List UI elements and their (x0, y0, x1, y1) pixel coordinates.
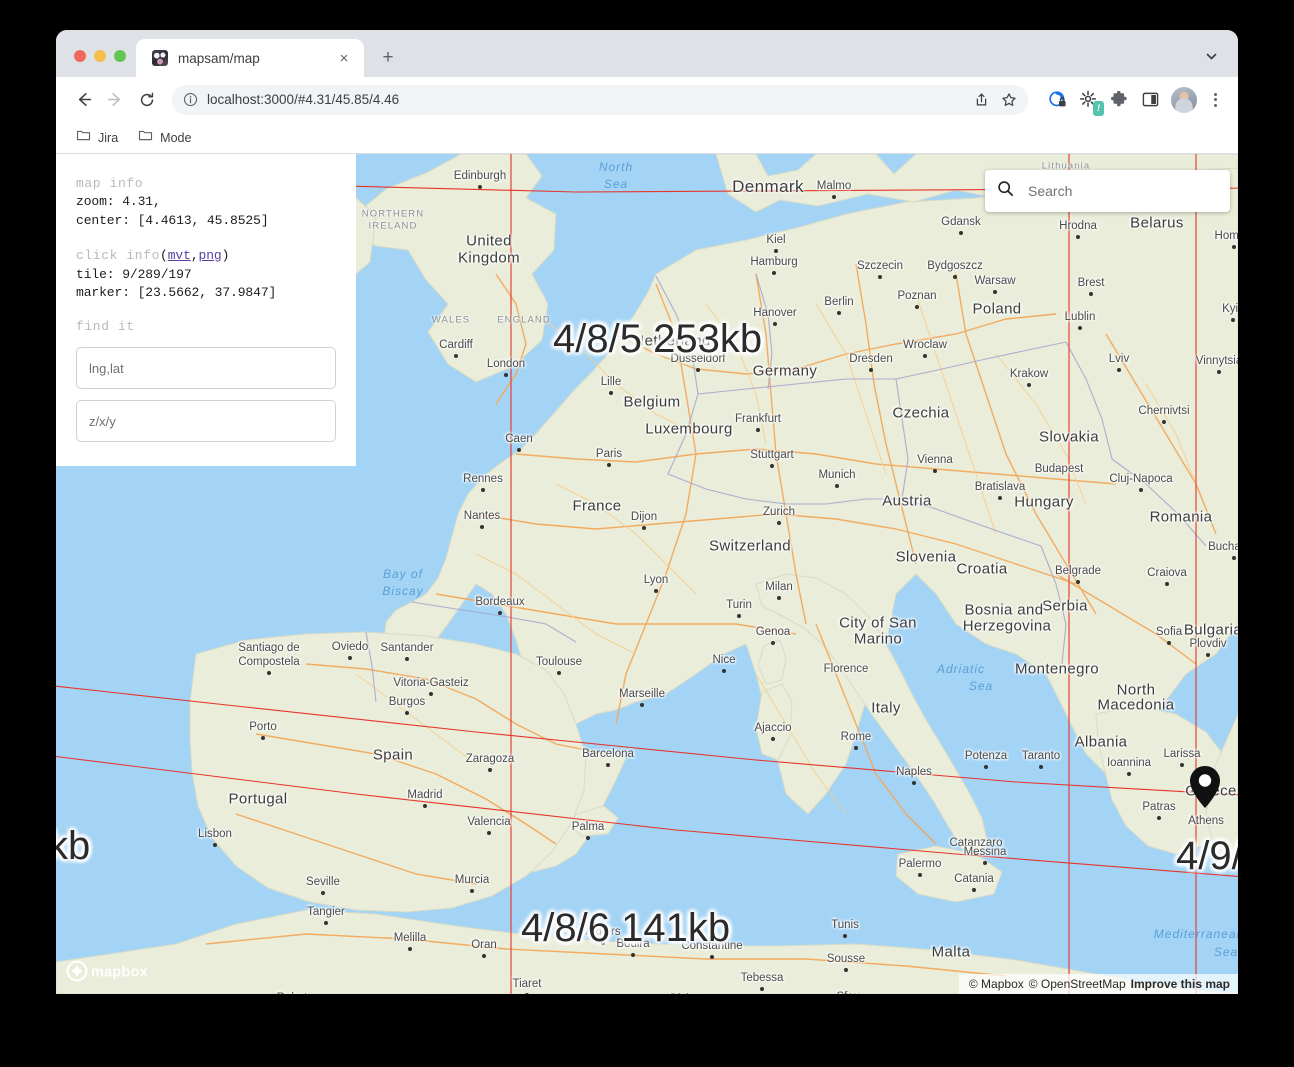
browser-toolbar: localhost:3000/#4.31/45.85/4.46 ! (56, 77, 1238, 122)
mapbox-logo[interactable]: mapbox (66, 960, 154, 982)
bookmark-mode[interactable]: Mode (130, 124, 199, 152)
close-tab-icon[interactable]: × (334, 48, 354, 68)
minimize-window-button[interactable] (94, 50, 106, 62)
lnglat-input[interactable] (76, 347, 336, 390)
bookmark-star-icon[interactable] (996, 87, 1022, 113)
tab-favicon-icon (152, 50, 168, 66)
extension-lock-icon[interactable] (1043, 86, 1071, 114)
browser-tab[interactable]: mapsam/map × (136, 39, 364, 77)
tab-strip: mapsam/map × + (56, 30, 1238, 77)
attribution-mapbox[interactable]: © Mapbox (969, 977, 1024, 991)
chevron-down-icon[interactable] (1198, 43, 1224, 69)
extension-gear-icon[interactable]: ! (1074, 86, 1104, 116)
mvt-link[interactable]: mvt (168, 248, 191, 263)
click-info-heading-row: click info(mvt,png) (76, 247, 336, 266)
search-icon (997, 180, 1014, 202)
attribution-bar: © Mapbox © OpenStreetMap Improve this ma… (958, 974, 1238, 994)
url-text: localhost:3000/#4.31/45.85/4.46 (207, 92, 400, 107)
new-tab-button[interactable]: + (374, 43, 402, 71)
reload-icon[interactable] (132, 85, 162, 115)
comma: , (190, 247, 199, 263)
site-info-icon[interactable] (183, 92, 198, 107)
zoom-value: zoom: 4.31, (76, 194, 161, 209)
puzzle-icon[interactable] (1105, 86, 1133, 114)
search-input[interactable] (1026, 182, 1218, 200)
search-widget[interactable] (985, 170, 1230, 212)
side-panel-icon[interactable] (1136, 86, 1164, 114)
bookmarks-bar: Jira Mode (56, 122, 1238, 154)
address-bar[interactable]: localhost:3000/#4.31/45.85/4.46 (172, 84, 1028, 115)
back-icon[interactable] (68, 85, 98, 115)
share-icon[interactable] (968, 87, 994, 113)
map-info-heading: map info (76, 176, 144, 191)
avatar[interactable] (1171, 86, 1197, 113)
maximize-window-button[interactable] (114, 50, 126, 62)
click-info-heading: click info (76, 247, 161, 263)
window-controls (56, 50, 136, 77)
extension-icons: ! (1043, 86, 1228, 116)
omnibox-actions (968, 87, 1022, 113)
folder-icon (76, 128, 91, 148)
zxy-input[interactable] (76, 400, 336, 443)
map-info-panel: map info zoom: 4.31, center: [4.4613, 45… (56, 154, 356, 467)
bookmark-jira[interactable]: Jira (68, 124, 126, 152)
three-dot-menu-icon[interactable] (1202, 87, 1228, 113)
browser-window: mapsam/map × + localhost:3000/#4.31/45.8… (56, 30, 1238, 994)
png-link[interactable]: png (199, 248, 222, 263)
tile-value: tile: 9/289/197 (76, 266, 192, 282)
extension-badge: ! (1093, 101, 1104, 116)
tab-title: mapsam/map (178, 50, 260, 66)
improve-this-map-link[interactable]: Improve this map (1131, 977, 1230, 991)
folder-icon (138, 128, 153, 148)
bookmark-label: Jira (98, 130, 119, 145)
svg-text:mapbox: mapbox (91, 965, 148, 981)
marker-value: marker: [23.5662, 37.9847] (76, 285, 277, 301)
find-it-heading: find it (76, 319, 135, 335)
bookmark-label: Mode (160, 130, 192, 145)
attribution-osm[interactable]: © OpenStreetMap (1029, 977, 1126, 991)
close-window-button[interactable] (74, 50, 86, 62)
forward-icon[interactable] (100, 85, 130, 115)
paren-open: ( (160, 247, 168, 263)
paren-close: ) (221, 247, 230, 263)
map-viewport[interactable]: NORTHERN IRELAND WALES ENGLAND Lithuania Nor… (56, 154, 1238, 994)
center-value: center: [4.4613, 45.8525] (76, 212, 269, 228)
